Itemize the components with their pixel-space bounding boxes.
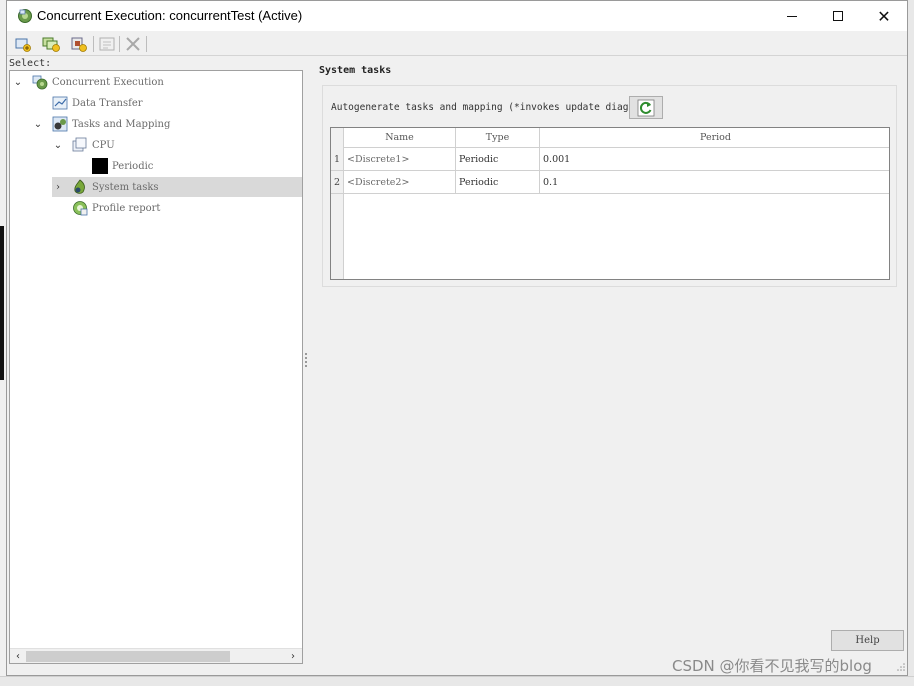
task-period-cell[interactable]: 0.1 — [540, 171, 889, 193]
chevron-down-icon[interactable]: ⌄ — [12, 77, 24, 88]
pane-splitter[interactable] — [304, 351, 308, 371]
table-row[interactable]: 2 <Discrete2> Periodic 0.1 — [331, 171, 889, 194]
tree-item-label: Data Transfer — [72, 97, 143, 109]
minimize-button[interactable] — [769, 1, 815, 31]
chevron-right-icon[interactable]: › — [52, 182, 64, 193]
tree-item-concurrent-execution[interactable]: ⌄ Concurrent Execution — [12, 72, 168, 92]
scroll-left-icon[interactable]: ‹ — [11, 650, 25, 663]
maximize-icon — [833, 11, 843, 21]
periodic-icon — [92, 158, 108, 174]
background-desktop-right — [908, 0, 914, 686]
tasks-mapping-icon — [52, 116, 68, 132]
task-type-cell[interactable]: Periodic — [456, 171, 540, 193]
tree-item-data-transfer[interactable]: Data Transfer — [52, 93, 147, 113]
column-header-period[interactable]: Period — [540, 128, 889, 148]
autogenerate-label: Autogenerate tasks and mapping (*invokes… — [331, 102, 652, 113]
help-button[interactable]: Help — [831, 630, 904, 651]
scroll-right-icon[interactable]: › — [286, 650, 300, 663]
profile-report-icon — [73, 201, 88, 216]
tree-item-label: Periodic — [112, 160, 154, 172]
chevron-down-icon[interactable]: ⌄ — [32, 119, 44, 130]
task-type-cell[interactable]: Periodic — [456, 148, 540, 170]
app-icon — [18, 9, 32, 23]
system-tasks-group: Autogenerate tasks and mapping (*invokes… — [322, 85, 897, 287]
maximize-button[interactable] — [815, 1, 861, 31]
horizontal-scrollbar[interactable]: ‹ › — [10, 648, 302, 663]
system-tasks-icon — [74, 179, 85, 194]
concurrent-execution-dialog: Concurrent Execution: concurrentTest (Ac… — [6, 0, 908, 676]
task-name-cell[interactable]: <Discrete1> — [344, 148, 456, 170]
row-number: 2 — [331, 171, 344, 193]
tree-item-tasks-and-mapping[interactable]: ⌄ Tasks and Mapping — [32, 114, 174, 134]
tree-item-label: Concurrent Execution — [52, 76, 164, 88]
add-item-icon[interactable] — [69, 35, 89, 53]
background-window-edge — [0, 226, 4, 380]
details-panel: System tasks Autogenerate tasks and mapp… — [309, 57, 907, 677]
scrollbar-thumb[interactable] — [26, 651, 230, 662]
toolbar — [7, 32, 907, 56]
tree-item-system-tasks[interactable]: › System tasks — [52, 177, 302, 197]
chevron-down-icon[interactable]: ⌄ — [52, 140, 64, 151]
close-icon: ✕ — [877, 6, 891, 26]
minimize-icon — [787, 15, 797, 17]
column-header-name[interactable]: Name — [344, 128, 456, 148]
close-button[interactable]: ✕ — [861, 1, 907, 31]
edit-icon[interactable] — [97, 35, 117, 53]
toolbar-separator — [93, 36, 94, 52]
tree-view[interactable]: ⌄ Concurrent Execution Data Transfer ⌄ T… — [9, 70, 303, 664]
add-task-icon[interactable] — [13, 35, 33, 53]
section-title: System tasks — [319, 65, 392, 76]
row-number: 1 — [331, 148, 344, 170]
tree-item-label: System tasks — [92, 181, 159, 193]
toolbar-separator — [119, 36, 120, 52]
tree-item-label: Tasks and Mapping — [72, 118, 171, 130]
add-group-icon[interactable] — [41, 35, 61, 53]
delete-icon[interactable] — [123, 35, 143, 53]
column-header-type[interactable]: Type — [456, 128, 540, 148]
window-title: Concurrent Execution: concurrentTest (Ac… — [37, 8, 303, 23]
tree-item-label: Profile report — [92, 202, 161, 214]
tree-item-profile-report[interactable]: Profile report — [72, 198, 164, 218]
tree-item-cpu[interactable]: ⌄ CPU — [52, 135, 119, 155]
tree-item-periodic[interactable]: Periodic — [92, 156, 157, 176]
task-period-cell[interactable]: 0.001 — [540, 148, 889, 170]
table-row[interactable]: 1 <Discrete1> Periodic 0.001 — [331, 148, 889, 171]
autogenerate-button[interactable] — [629, 96, 663, 119]
toolbar-separator — [146, 36, 147, 52]
cpu-icon — [72, 137, 87, 152]
tree-item-label: CPU — [92, 139, 115, 151]
title-bar: Concurrent Execution: concurrentTest (Ac… — [7, 1, 907, 31]
resize-grip-icon[interactable] — [897, 663, 905, 671]
watermark-text: CSDN @你看不见我写的blog — [672, 657, 872, 675]
tree-panel: Select: ⌄ Concurrent Execution Data Tran… — [8, 57, 303, 665]
task-name-cell[interactable]: <Discrete2> — [344, 171, 456, 193]
refresh-icon — [637, 99, 655, 116]
concurrent-execution-icon — [32, 75, 48, 90]
select-label: Select: — [9, 58, 52, 69]
background-desktop-bottom — [0, 676, 914, 686]
system-tasks-table: Name Type Period 1 <Discrete1> Periodic … — [330, 127, 890, 280]
data-transfer-icon — [52, 96, 68, 110]
